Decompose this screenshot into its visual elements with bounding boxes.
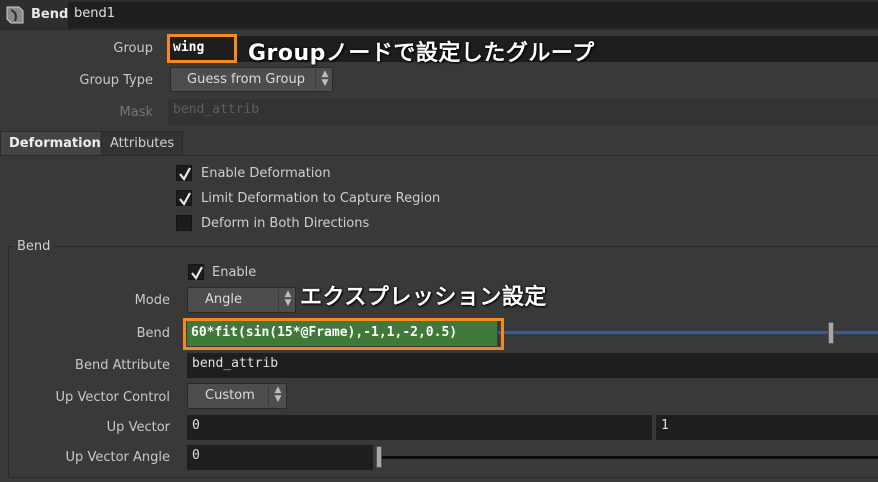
up-vector-angle-value: 0 [192,448,200,463]
checkmark-icon [191,266,203,280]
deform-both-directions-label: Deform in Both Directions [201,216,370,231]
up-vector-control-menu[interactable]: Custom ▲ ▼ [187,383,287,409]
deform-both-directions-checkbox[interactable] [176,215,192,231]
mode-value: Angle [205,292,242,307]
expression-highlight-box [183,318,504,350]
group-callout: Groupノードで設定したグループ [248,41,595,66]
up-vector-control-arrows-icon: ▲ ▼ [274,385,282,404]
up-vector-angle-slider-handle[interactable] [376,446,382,468]
group-type-menu[interactable]: Guess from Group ▲ ▼ [170,67,333,92]
bend-slider-track[interactable] [498,331,878,334]
node-header: Bend bend1 [0,0,878,30]
up-vector-x-value: 0 [192,418,200,433]
mode-label: Mode [134,293,170,308]
bend-node-icon [6,6,24,24]
enable-deformation-label: Enable Deformation [201,166,331,181]
bend-enable-checkbox[interactable] [188,264,204,280]
up-vector-angle-label: Up Vector Angle [65,450,170,465]
up-vector-x-field[interactable]: 0 [187,415,652,440]
limit-deformation-label: Limit Deformation to Capture Region [201,191,441,206]
checkmark-icon [179,167,191,181]
bend-attribute-value: bend_attrib [192,356,279,371]
expression-callout: エクスプレッション設定 [300,285,547,310]
enable-deformation-checkbox[interactable] [176,165,192,181]
tab-attributes[interactable]: Attributes [101,131,184,155]
mode-menu[interactable]: Angle ▲ ▼ [187,287,296,313]
mask-label: Mask [119,105,153,120]
group-label: Group [113,41,153,56]
up-vector-angle-slider-track[interactable] [380,456,878,459]
bend-attribute-label: Bend Attribute [75,358,170,373]
up-vector-angle-field[interactable]: 0 [187,445,373,470]
tab-deformation[interactable]: Deformation [0,131,110,155]
bend-label: Bend [136,326,170,341]
bend-attribute-field[interactable]: bend_attrib [187,353,878,378]
bend-section-title: Bend [14,239,54,254]
up-vector-label: Up Vector [106,420,170,435]
bend-slider-handle[interactable] [828,322,834,344]
group-highlight-box [167,34,237,63]
mode-arrows-icon: ▲ ▼ [284,289,292,308]
group-type-arrows-icon: ▲ ▼ [321,69,329,88]
checkmark-icon [179,192,191,206]
up-vector-y-field[interactable]: 1 [656,415,878,440]
mask-placeholder: bend_attrib [173,102,260,117]
node-name-field[interactable]: bend1 [68,2,878,28]
up-vector-control-value: Custom [205,388,255,403]
up-vector-control-label: Up Vector Control [55,390,170,405]
node-name: bend1 [74,6,116,21]
limit-deformation-checkbox[interactable] [176,190,192,206]
mask-field[interactable]: bend_attrib [168,99,878,125]
up-vector-y-value: 1 [661,418,669,433]
bend-enable-label: Enable [212,265,257,280]
group-type-label: Group Type [79,73,153,88]
node-type-label: Bend [31,7,69,22]
